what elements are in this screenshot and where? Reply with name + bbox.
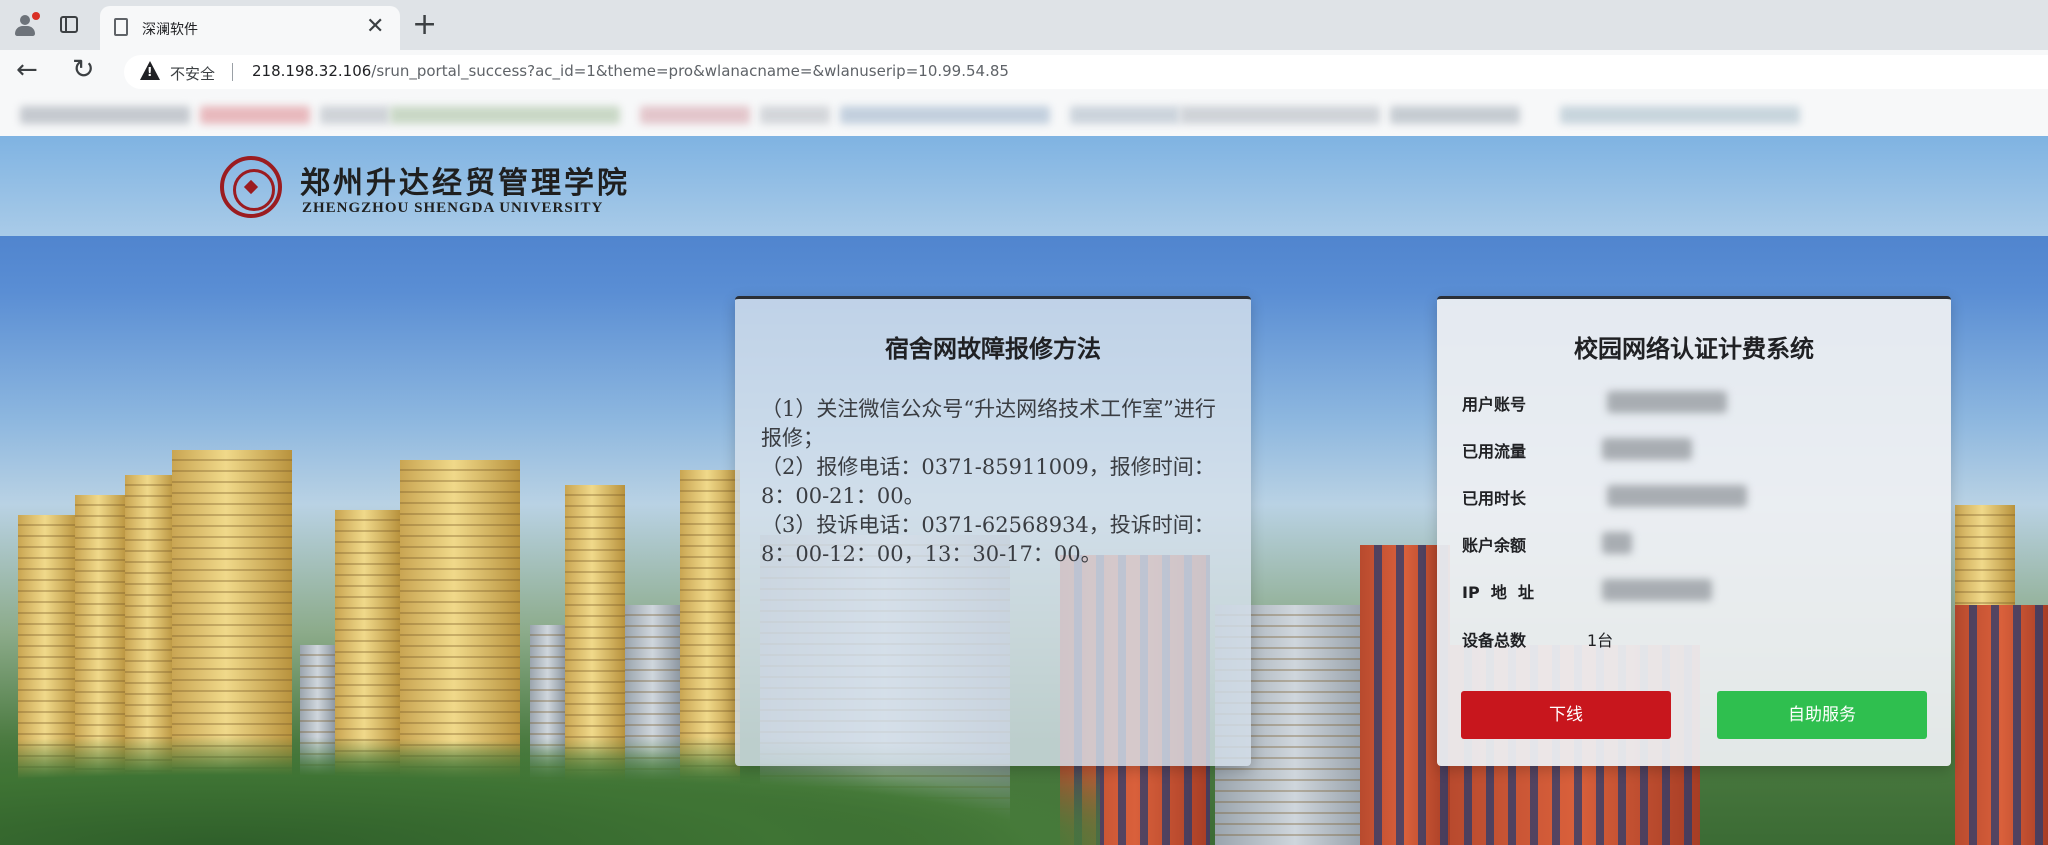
bookmark-item[interactable]	[1070, 106, 1180, 124]
portal-page: 郑州升达经贸管理学院 ZHENGZHOU SHENGDA UNIVERSITY	[0, 136, 2048, 845]
field-user-account: 用户账号	[1462, 389, 1922, 415]
bookmark-item[interactable]	[760, 106, 830, 124]
address-bar[interactable]: 不安全 218.198.32.106/srun_portal_success?a…	[124, 55, 2048, 89]
bookmark-item[interactable]	[320, 106, 390, 124]
field-balance: 账户余额	[1462, 530, 1922, 556]
balance-value	[1602, 532, 1632, 554]
school-emblem-icon	[220, 156, 282, 218]
portal-header: 郑州升达经贸管理学院 ZHENGZHOU SHENGDA UNIVERSITY	[0, 136, 2048, 236]
field-label: 已用时长	[1462, 489, 1527, 508]
repair-line-3: （3）投诉电话：0371-62568934，投诉时间：8：00-12：00，13…	[761, 513, 1215, 566]
bookmark-item[interactable]	[20, 106, 190, 124]
reload-icon[interactable]: ↻	[72, 54, 95, 85]
ip-address-value	[1602, 579, 1712, 601]
auth-card-title: 校园网络认证计费系统	[1574, 335, 1814, 363]
repair-info-card: 宿舍网故障报修方法 （1）关注微信公众号“升达网络技术工作室”进行报修； （2）…	[735, 296, 1251, 766]
bookmarks-bar	[0, 94, 2048, 136]
bookmark-item[interactable]	[1560, 106, 1800, 124]
address-divider	[232, 63, 233, 81]
device-count-value: 1台	[1587, 631, 1614, 650]
field-label: IP 地 址	[1462, 583, 1534, 602]
close-tab-icon[interactable]: ✕	[366, 14, 384, 39]
tab-title: 深澜软件	[142, 22, 198, 38]
page-icon	[114, 18, 128, 36]
browser-toolbar: ← ↻ 不安全 218.198.32.106/srun_portal_succe…	[0, 50, 2048, 94]
field-label: 用户账号	[1462, 395, 1527, 414]
user-account-value	[1607, 391, 1727, 413]
tab-strip: 深澜软件 ✕ +	[0, 0, 2048, 50]
repair-instructions: （1）关注微信公众号“升达网络技术工作室”进行报修； （2）报修电话：0371-…	[761, 395, 1231, 569]
field-label: 已用流量	[1462, 442, 1527, 461]
school-name-en: ZHENGZHOU SHENGDA UNIVERSITY	[302, 200, 604, 216]
field-used-traffic: 已用流量	[1462, 436, 1922, 462]
browser-window: 深澜软件 ✕ + ← ↻ 不安全 218.198.32.106/srun_por…	[0, 0, 2048, 845]
bookmark-item[interactable]	[840, 106, 1050, 124]
field-label: 账户余额	[1462, 536, 1527, 555]
field-label: 设备总数	[1462, 631, 1527, 650]
school-name-cn: 郑州升达经贸管理学院	[300, 166, 630, 201]
bookmark-item[interactable]	[200, 106, 310, 124]
url-path: /srun_portal_success?ac_id=1&theme=pro&w…	[371, 62, 1009, 80]
logout-button[interactable]: 下线	[1461, 691, 1671, 739]
field-used-time: 已用时长	[1462, 483, 1922, 509]
repair-line-1: （1）关注微信公众号“升达网络技术工作室”进行报修；	[761, 397, 1216, 450]
back-arrow-icon[interactable]: ←	[16, 55, 38, 85]
repair-card-title: 宿舍网故障报修方法	[885, 335, 1101, 363]
bookmark-item[interactable]	[390, 106, 620, 124]
profile-avatar-icon[interactable]	[12, 12, 40, 38]
new-tab-button[interactable]: +	[412, 7, 437, 42]
bookmark-item[interactable]	[1390, 106, 1520, 124]
field-ip-address: IP 地 址	[1462, 577, 1922, 603]
used-traffic-value	[1602, 438, 1692, 460]
self-service-button[interactable]: 自助服务	[1717, 691, 1927, 739]
warning-icon[interactable]	[140, 61, 160, 80]
tab-actions-icon[interactable]	[60, 16, 78, 33]
url-text[interactable]: 218.198.32.106/srun_portal_success?ac_id…	[252, 62, 1009, 80]
used-time-value	[1607, 485, 1747, 507]
bookmark-item[interactable]	[1180, 106, 1380, 124]
bookmark-item[interactable]	[640, 106, 750, 124]
repair-line-2: （2）报修电话：0371-85911009，报修时间：8：00-21：00。	[761, 455, 1215, 508]
security-status[interactable]: 不安全	[170, 63, 215, 84]
field-device-count: 设备总数 1台	[1462, 625, 1922, 651]
url-host: 218.198.32.106	[252, 62, 372, 80]
tab-active[interactable]: 深澜软件 ✕	[100, 6, 400, 50]
account-info-card: 校园网络认证计费系统 用户账号 已用流量 已用时长 账户余额 IP 地 址 设备…	[1437, 296, 1951, 766]
